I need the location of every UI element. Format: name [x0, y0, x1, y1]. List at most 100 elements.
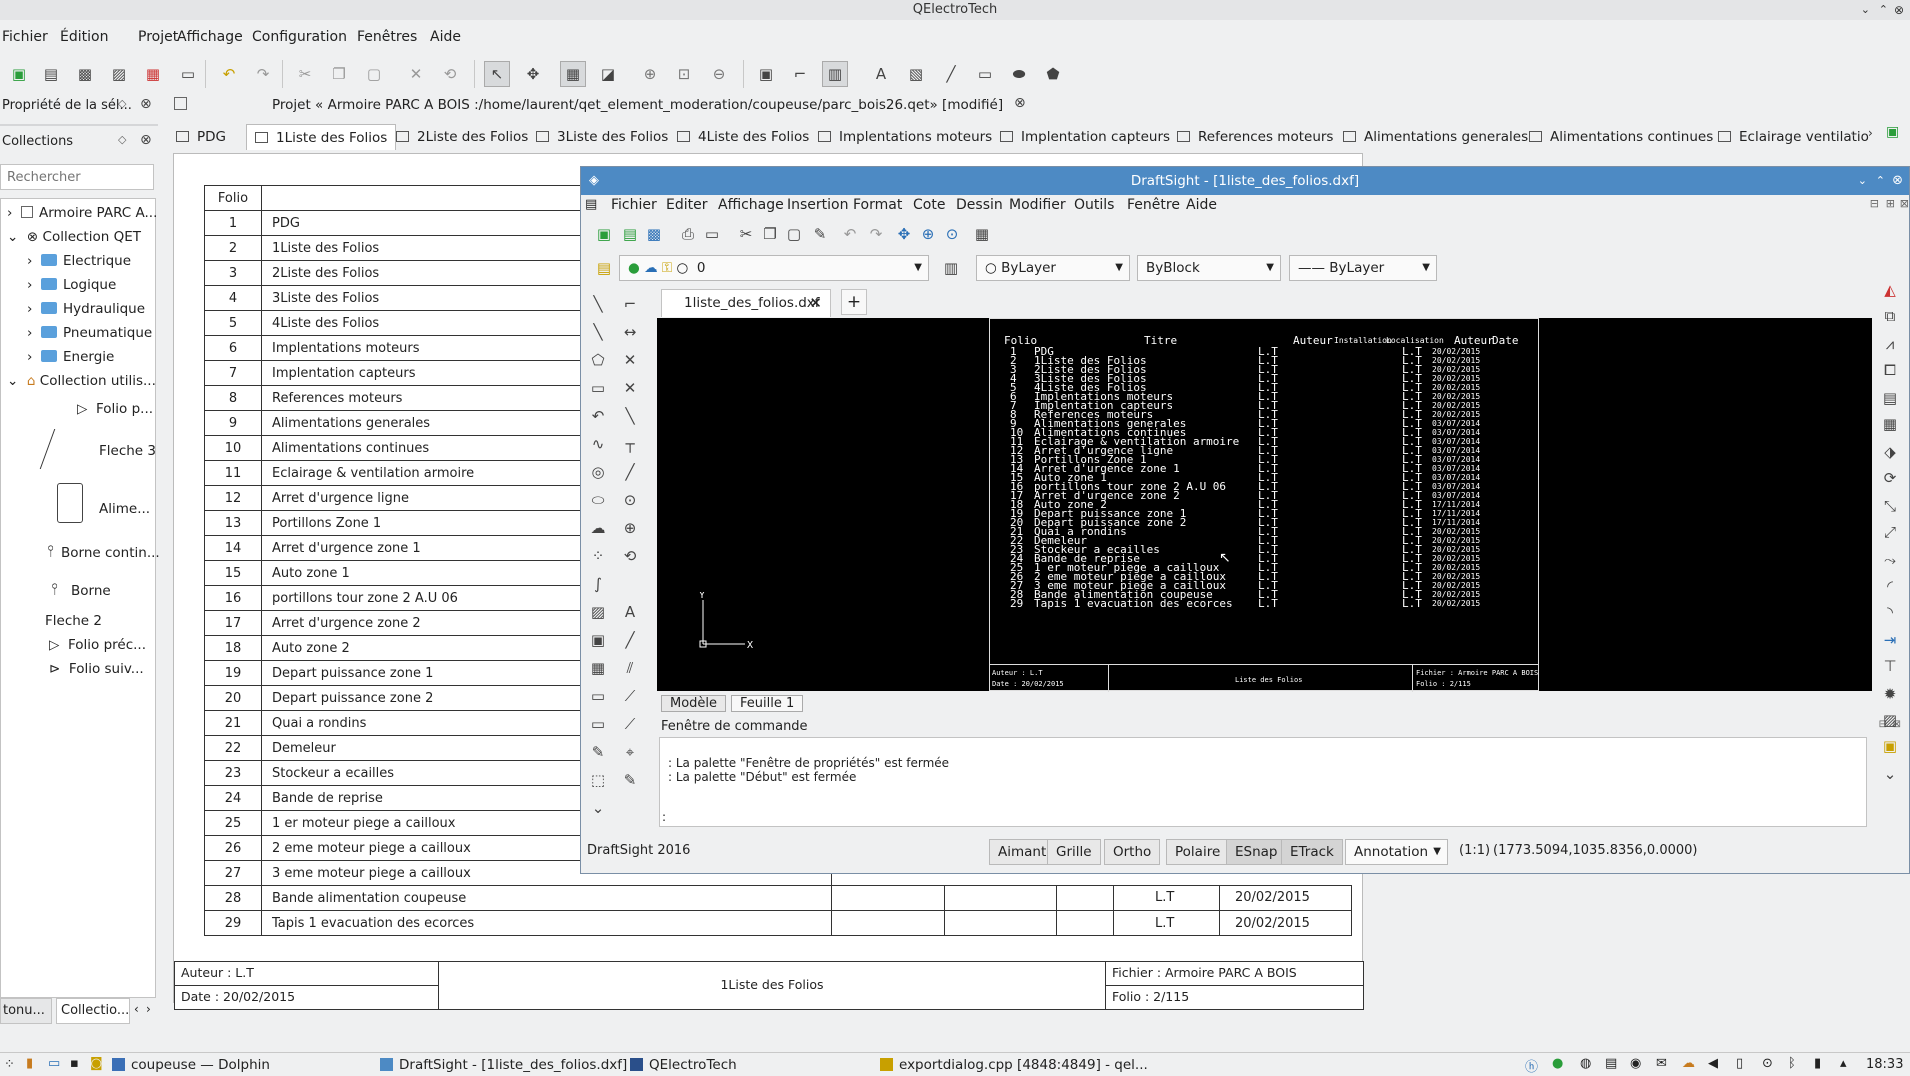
- break-entity-icon[interactable]: ⊤: [1877, 653, 1903, 679]
- clock[interactable]: 18:33: [1866, 1057, 1903, 1072]
- ds-menu-modifier[interactable]: Modifier: [1009, 197, 1066, 213]
- ds-menu-fenetre[interactable]: Fenêtre: [1127, 197, 1180, 213]
- menu-affichage[interactable]: Affichage: [177, 29, 243, 45]
- task-editor[interactable]: exportdialog.cpp [4848:4849] - qel...: [880, 1057, 1148, 1073]
- network-icon[interactable]: ◉: [1630, 1056, 1641, 1071]
- move-entity-icon[interactable]: ⬗: [1877, 439, 1903, 465]
- ds-layer-manager-icon[interactable]: ▤: [591, 255, 617, 281]
- circle-icon[interactable]: ◎: [585, 459, 611, 485]
- add-folio-icon[interactable]: ▣: [1886, 124, 1899, 140]
- tab-implentation-capteurs[interactable]: Implentation capteurs: [1000, 124, 1170, 150]
- ds-btn-polaire[interactable]: Polaire: [1166, 839, 1230, 865]
- autoconnect-icon[interactable]: ▥: [822, 61, 848, 87]
- tabs-scroll-right-icon[interactable]: ›: [1868, 126, 1873, 140]
- maximize-icon[interactable]: ⌃: [1876, 167, 1885, 195]
- ds-copy-icon[interactable]: ❐: [757, 221, 783, 247]
- close-project-icon[interactable]: ⊗: [1014, 95, 1026, 111]
- dock-close-icon[interactable]: ⊗: [140, 132, 152, 148]
- hp-icon[interactable]: ⓗ: [1525, 1056, 1538, 1075]
- add-text-icon[interactable]: A: [868, 61, 894, 87]
- measure-icon[interactable]: ↔: [617, 319, 643, 345]
- field-icon[interactable]: ▭: [585, 683, 611, 709]
- arc-icon[interactable]: ↶: [585, 403, 611, 429]
- ds-redo-icon[interactable]: ↷: [863, 221, 889, 247]
- region-icon[interactable]: ⬚: [585, 767, 611, 793]
- float-icon[interactable]: ◇: [118, 97, 126, 110]
- menu-projet[interactable]: Projet: [138, 29, 178, 45]
- restore-doc-icon[interactable]: ⊟: [1870, 197, 1879, 210]
- edit-conductor-icon[interactable]: ▣: [753, 61, 779, 87]
- markup-icon[interactable]: ✎: [585, 739, 611, 765]
- vault-icon[interactable]: ◍: [1580, 1056, 1591, 1071]
- dock-close-icon[interactable]: ⊗: [140, 96, 152, 112]
- mail-icon[interactable]: ✉: [1656, 1056, 1667, 1071]
- tree-element-fleche3[interactable]: Fleche 3: [99, 443, 156, 459]
- dock-tab-collections[interactable]: Collectio...: [56, 998, 130, 1024]
- redo-icon[interactable]: ↷: [250, 61, 276, 87]
- tree-root-item[interactable]: › Armoire PARC A...: [7, 205, 157, 221]
- stretch-entity-icon[interactable]: ⤢: [1877, 519, 1903, 545]
- ds-btn-ortho[interactable]: Ortho: [1104, 839, 1161, 865]
- hatch-icon[interactable]: ▨: [585, 599, 611, 625]
- ds-color-combo[interactable]: ○ ByLayer ▼: [976, 255, 1130, 281]
- delete-icon[interactable]: ✕: [403, 61, 429, 87]
- text-icon[interactable]: A: [617, 599, 643, 625]
- close-icon[interactable]: ⊗: [1894, 0, 1904, 20]
- rotate-entity-icon[interactable]: ⟳: [1877, 465, 1903, 491]
- polygon-icon[interactable]: ⬟: [1040, 61, 1066, 87]
- tree-folder-pneumatique[interactable]: › Pneumatique: [27, 325, 152, 341]
- ds-pan-icon[interactable]: ✥: [891, 221, 917, 247]
- menu-fichier[interactable]: Fichier: [2, 29, 48, 45]
- maximize-icon[interactable]: ⌃: [1879, 0, 1888, 20]
- array-icon[interactable]: ▦: [1877, 411, 1903, 437]
- move-icon[interactable]: ✥: [520, 61, 546, 87]
- menu-fenetres[interactable]: Fenêtres: [357, 29, 417, 45]
- copy-icon[interactable]: ❐: [326, 61, 352, 87]
- dashboard-icon[interactable]: ⁘: [4, 1057, 15, 1072]
- tab-2liste-des-folios[interactable]: 2Liste des Folios: [396, 124, 528, 150]
- mirror-icon[interactable]: ⟋: [617, 683, 643, 709]
- erase-icon[interactable]: ◭: [1877, 277, 1903, 303]
- rectangle-icon[interactable]: ▭: [972, 61, 998, 87]
- volume-icon[interactable]: ◀: [1708, 1056, 1718, 1071]
- collection-search-input[interactable]: [0, 164, 154, 190]
- ds-zoom-icon[interactable]: ⊕: [915, 221, 941, 247]
- close-doc-icon[interactable]: ⊠: [1900, 197, 1909, 210]
- tree-element-folio-prec[interactable]: ▷ Folio préc...: [49, 637, 146, 653]
- open-icon[interactable]: ▤: [38, 61, 64, 87]
- clipboard-icon[interactable]: ▤: [1605, 1056, 1617, 1071]
- extend-icon[interactable]: ✕: [617, 375, 643, 401]
- tree-collection-qet[interactable]: ⌄ ⊗ Collection QET: [7, 229, 141, 245]
- line-icon[interactable]: ╱: [938, 61, 964, 87]
- add-image-icon[interactable]: ▧: [903, 61, 929, 87]
- draw-line-icon[interactable]: ╲: [585, 291, 611, 317]
- tab-scroll-left-icon[interactable]: ‹: [134, 1002, 139, 1016]
- ds-drawing-canvas[interactable]: Y X Folio Titre Auteur Installation Loca…: [657, 318, 1872, 692]
- minimize-icon[interactable]: ⌄: [1861, 0, 1870, 20]
- tab-pdg[interactable]: PDG: [176, 124, 226, 150]
- rectangle-icon[interactable]: ▭: [585, 375, 611, 401]
- device-icon[interactable]: ▯: [1736, 1056, 1743, 1071]
- tab-alimentations-generales[interactable]: Alimentations generales: [1343, 124, 1528, 150]
- mirror-entity-icon[interactable]: ⩘: [1877, 331, 1903, 357]
- tree-element-folio-suiv[interactable]: ⊳ Folio suiv...: [49, 661, 144, 677]
- ds-tab-feuille1[interactable]: Feuille 1: [731, 695, 804, 712]
- ds-menu-affichage[interactable]: Affichage: [718, 197, 784, 213]
- tabs-scroll-left-icon[interactable]: ‹: [1850, 126, 1855, 140]
- media-icon[interactable]: ⊙: [1762, 1056, 1773, 1071]
- lengthen-icon[interactable]: ⤳: [1877, 547, 1903, 573]
- tree-element-borne[interactable]: Borne: [71, 583, 111, 599]
- snap-center-icon[interactable]: ⊕: [617, 515, 643, 541]
- paste-icon[interactable]: ▢: [361, 61, 387, 87]
- ds-new-icon[interactable]: ▣: [591, 221, 617, 247]
- zoom-out-icon[interactable]: ⊖: [706, 61, 732, 87]
- leader-icon[interactable]: ⟋: [617, 711, 643, 737]
- offset-icon[interactable]: ⧠: [1877, 357, 1903, 383]
- ds-command-prompt[interactable]: :: [662, 810, 666, 824]
- connect-icon[interactable]: ╱: [617, 627, 643, 653]
- fillet-icon[interactable]: ◜: [1877, 573, 1903, 599]
- rotate-icon[interactable]: ⟲: [617, 543, 643, 569]
- weather-icon[interactable]: ☁: [1682, 1056, 1695, 1071]
- spline-icon[interactable]: ∿: [585, 431, 611, 457]
- edit-hatch-icon[interactable]: ▨: [1877, 707, 1903, 733]
